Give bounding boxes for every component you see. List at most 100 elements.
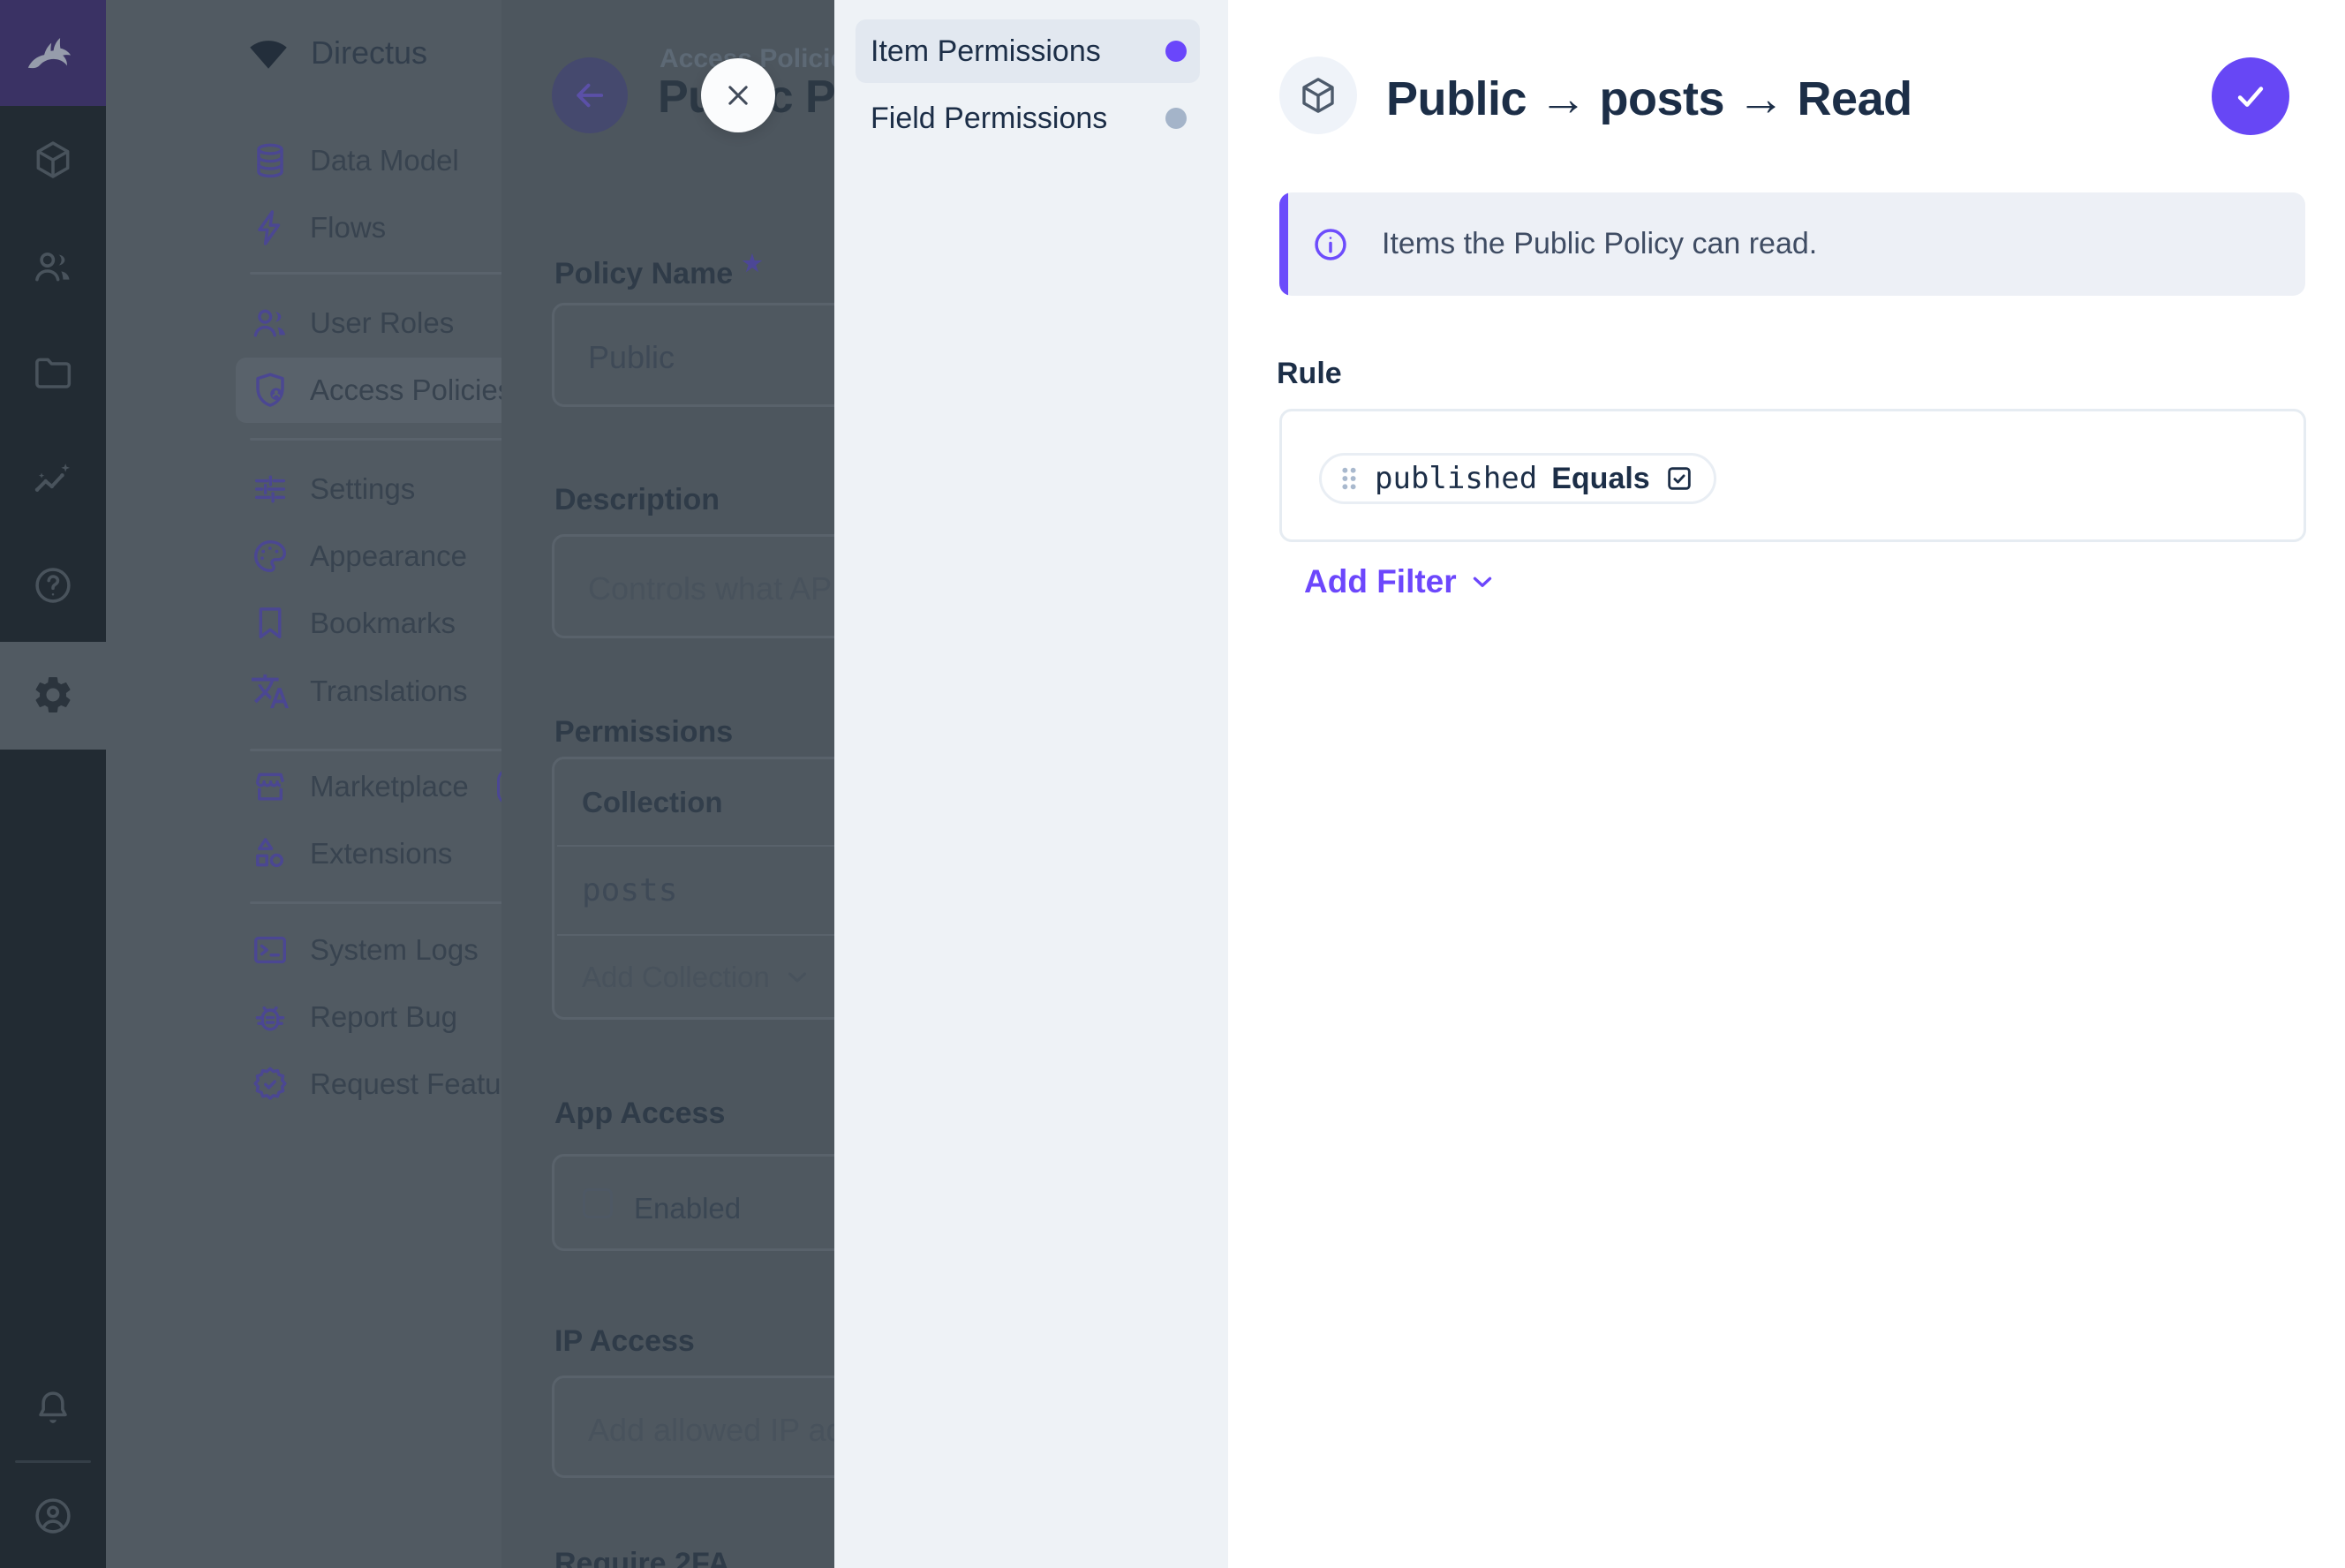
translate-icon: [250, 671, 290, 712]
tab-item-permissions[interactable]: Item Permissions: [856, 19, 1200, 83]
sidebar-item-label: Translations: [310, 675, 468, 708]
sidebar-item-label: Request Feature: [310, 1067, 501, 1101]
rule-label: Rule: [1277, 357, 1342, 391]
ip-access-input[interactable]: Add allowed IP addr: [552, 1376, 834, 1478]
enabled-checkbox[interactable]: [583, 1188, 613, 1218]
seal-check-icon: [250, 1064, 290, 1104]
add-collection-button[interactable]: Add Collection: [582, 961, 812, 994]
people-icon: [31, 245, 75, 289]
rule-filter-area: published Equals: [1279, 409, 2306, 542]
account-button[interactable]: [0, 1467, 106, 1564]
sidebar-item-label: Marketplace: [310, 770, 469, 803]
project-header[interactable]: Directus: [106, 0, 501, 106]
module-insights[interactable]: [0, 431, 106, 528]
table-row-posts[interactable]: posts: [582, 872, 677, 908]
tab-label: Field Permissions: [871, 102, 1107, 136]
module-files[interactable]: [0, 325, 106, 422]
user-roles-icon: [250, 303, 290, 343]
sidebar-item-label: Settings: [310, 472, 415, 506]
ip-access-placeholder: Add allowed IP addr: [588, 1412, 834, 1449]
required-star: ★: [742, 250, 762, 276]
drag-handle-icon[interactable]: [1338, 464, 1361, 494]
save-button[interactable]: [2212, 57, 2289, 135]
close-drawer-button[interactable]: [701, 58, 775, 132]
permissions-drawer: Public → posts → Read Items the Public P…: [1228, 0, 2345, 1568]
sidebar-item-data-model[interactable]: Data Model: [106, 127, 501, 194]
check-icon: [2230, 76, 2271, 117]
drawer-nav: Item Permissions Field Permissions: [834, 0, 1228, 1568]
status-dot-inactive: [1165, 108, 1187, 129]
description-input[interactable]: Controls what API d: [552, 534, 834, 638]
database-icon: [250, 140, 290, 181]
sidebar-item-appearance[interactable]: Appearance: [106, 523, 501, 590]
sidebar-item-report-bug[interactable]: Report Bug: [106, 984, 501, 1051]
module-help[interactable]: [0, 537, 106, 634]
insights-icon: [31, 457, 75, 501]
policy-name-value: Public: [588, 339, 675, 376]
sidebar-item-marketplace[interactable]: Marketplace: [106, 753, 501, 820]
sidebar-divider: [250, 438, 501, 441]
policy-name-label: Policy Name★: [554, 250, 763, 291]
sidebar-item-extensions[interactable]: Extensions: [106, 820, 501, 887]
tab-label: Item Permissions: [871, 34, 1101, 69]
tab-field-permissions[interactable]: Field Permissions: [856, 87, 1200, 150]
arrow-left-icon: [570, 76, 609, 115]
notifications-button[interactable]: [0, 1361, 106, 1458]
palette-icon: [250, 536, 290, 577]
bookmark-icon: [250, 603, 290, 644]
directus-logo[interactable]: [0, 0, 106, 106]
cube-icon: [31, 138, 75, 182]
info-notice: Items the Public Policy can read.: [1279, 192, 2305, 296]
sidebar-item-bookmarks[interactable]: Bookmarks: [106, 590, 501, 657]
bug-icon: [250, 997, 290, 1037]
permissions-table: Collection posts Add Collection: [552, 757, 834, 1020]
chevron-down-icon: [782, 962, 812, 992]
folder-icon: [31, 351, 75, 396]
sidebar-item-user-roles[interactable]: User Roles: [106, 290, 501, 357]
close-icon: [721, 79, 755, 112]
sidebar-item-settings[interactable]: Settings: [106, 456, 501, 523]
module-content[interactable]: [0, 111, 106, 208]
sidebar-item-system-logs[interactable]: System Logs: [106, 916, 501, 984]
sidebar-item-access-policies[interactable]: Access Policies: [236, 358, 501, 423]
terminal-icon: [250, 930, 290, 970]
storefront-icon: [250, 766, 290, 807]
back-button[interactable]: [552, 57, 628, 133]
sidebar-item-label: System Logs: [310, 933, 479, 967]
add-filter-button[interactable]: Add Filter: [1304, 563, 1497, 600]
filter-value-checkbox-checked[interactable]: [1664, 464, 1694, 494]
sidebar-divider: [250, 901, 501, 904]
shield-person-icon: [250, 370, 290, 411]
info-icon: [1311, 225, 1350, 264]
project-name: Directus: [311, 34, 427, 72]
status-dot-active: [1165, 41, 1187, 62]
module-users[interactable]: [0, 218, 106, 315]
help-icon: [31, 563, 75, 607]
sidebar-item-label: Extensions: [310, 837, 452, 871]
filter-operator[interactable]: Equals: [1551, 462, 1649, 496]
header-icon-circle: [1279, 57, 1357, 134]
sidebar-divider: [250, 749, 501, 751]
box-icon: [1297, 74, 1339, 117]
tune-icon: [250, 469, 290, 509]
directus-app: Directus Data Model Flows User Roles Acc…: [0, 0, 2345, 1568]
notice-accent-bar: [1279, 192, 1288, 296]
rabbit-icon: [21, 21, 85, 85]
collection-column-header: Collection: [582, 786, 723, 819]
sidebar-item-request-feature[interactable]: Request Feature: [106, 1051, 501, 1118]
main-content: Access Policies Public Policy Policy Nam…: [501, 0, 834, 1568]
sidebar-item-flows[interactable]: Flows: [106, 194, 501, 261]
app-access-field: Enabled: [552, 1154, 834, 1251]
enabled-label: Enabled: [634, 1192, 741, 1225]
sidebar-item-label: Report Bug: [310, 1000, 457, 1034]
module-bar: [0, 0, 106, 1568]
filter-pill-published-equals[interactable]: published Equals: [1319, 453, 1716, 504]
ip-access-label: IP Access: [554, 1324, 695, 1359]
filter-field[interactable]: published: [1375, 461, 1537, 496]
module-settings[interactable]: [0, 646, 106, 743]
sidebar-item-translations[interactable]: Translations: [106, 658, 501, 725]
policy-name-input[interactable]: Public: [552, 303, 834, 407]
sidebar-item-label: User Roles: [310, 306, 454, 340]
require-2fa-label: Require 2FA: [554, 1547, 729, 1568]
sidebar: Directus Data Model Flows User Roles Acc…: [106, 0, 501, 1568]
